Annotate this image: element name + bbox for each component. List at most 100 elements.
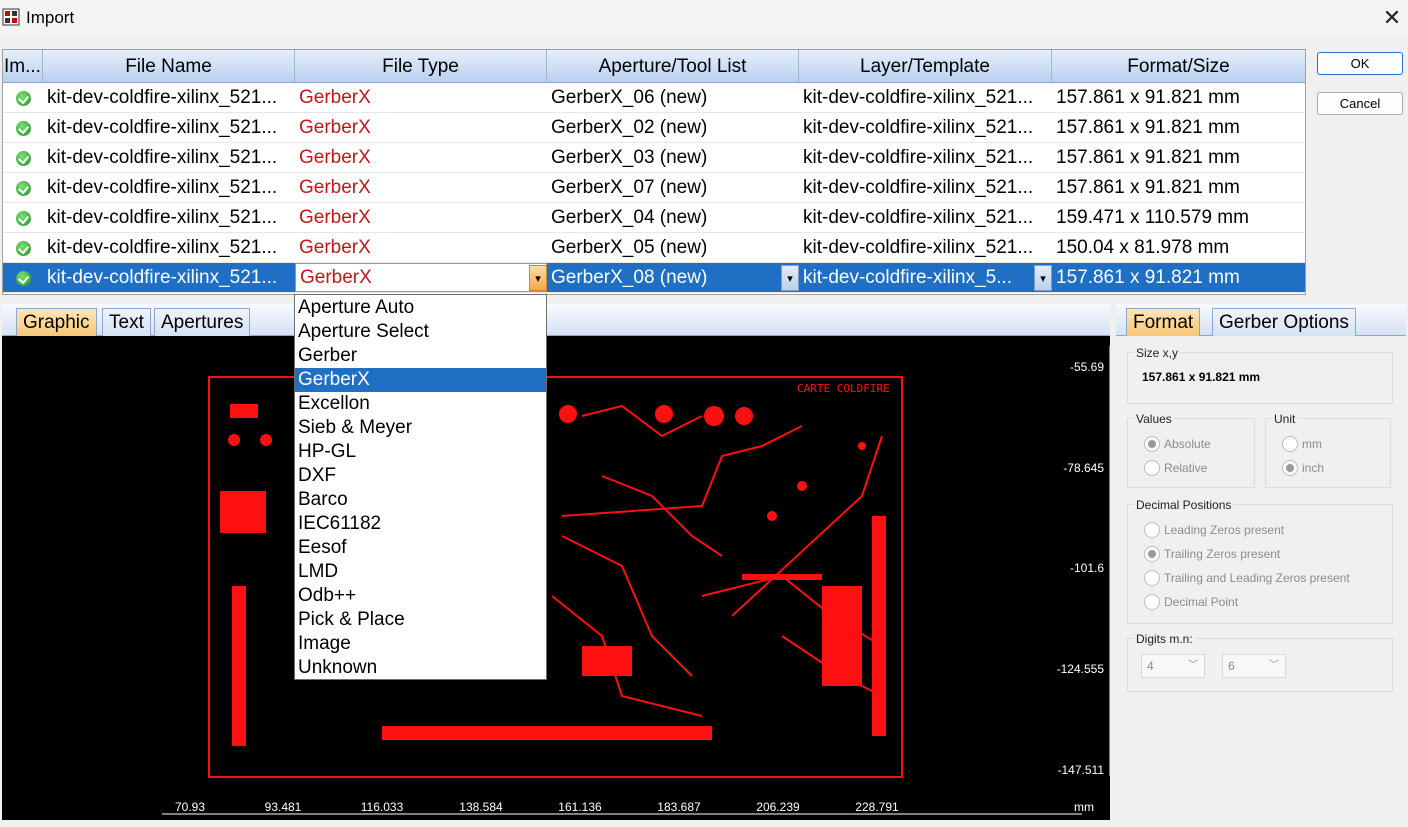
dropdown-option[interactable]: Odb++ — [295, 584, 546, 608]
dropdown-option[interactable]: Sieb & Meyer — [295, 416, 546, 440]
via — [559, 405, 577, 423]
dropdown-option[interactable]: Barco — [295, 488, 546, 512]
layer-cell[interactable]: kit-dev-coldfire-xilinx_521... — [799, 233, 1052, 263]
dropdown-option-selected[interactable]: GerberX — [295, 368, 546, 392]
dropdown-option[interactable]: HP-GL — [295, 440, 546, 464]
table-row[interactable]: kit-dev-coldfire-xilinx_521... GerberX G… — [3, 113, 1305, 143]
connector-pads — [872, 516, 886, 736]
pad — [230, 404, 258, 418]
col-header-layer-template[interactable]: Layer/Template — [799, 50, 1052, 83]
dropdown-option[interactable]: Aperture Select — [295, 320, 546, 344]
layer-cell[interactable]: kit-dev-coldfire-xilinx_521... — [799, 203, 1052, 233]
file-type-dropdown-chevron-icon[interactable]: ▾ — [529, 265, 547, 291]
check-icon[interactable] — [16, 271, 31, 286]
table-row[interactable]: kit-dev-coldfire-xilinx_521... GerberX G… — [3, 83, 1305, 113]
check-icon[interactable] — [16, 211, 31, 226]
size-value: 157.861 x 91.821 mm — [1142, 370, 1261, 384]
aperture-cell[interactable]: GerberX_05 (new) — [547, 233, 799, 263]
radio-decimal-point[interactable]: Decimal Point — [1144, 593, 1238, 611]
via — [797, 481, 807, 491]
layer-cell[interactable]: kit-dev-coldfire-xilinx_521... — [799, 113, 1052, 143]
connector-pads — [232, 586, 246, 746]
radio-absolute[interactable]: Absolute — [1144, 435, 1211, 453]
dropdown-option[interactable]: Pick & Place — [295, 608, 546, 632]
aperture-cell[interactable]: GerberX_03 (new) — [547, 143, 799, 173]
dropdown-option[interactable]: Excellon — [295, 392, 546, 416]
close-icon[interactable]: ✕ — [1380, 4, 1404, 32]
layer-dropdown-chevron-icon[interactable]: ▾ — [1034, 265, 1052, 291]
file-type-cell[interactable]: GerberX — [295, 203, 547, 233]
layer-cell[interactable]: kit-dev-coldfire-xilinx_521... — [799, 143, 1052, 173]
dropdown-option[interactable]: IEC61182 — [295, 512, 546, 536]
x-axis-label: 228.791 — [855, 800, 899, 814]
grid-header: Im... File Name File Type Aperture/Tool … — [3, 50, 1305, 83]
aperture-combo[interactable]: GerberX_08 (new) — [547, 263, 781, 293]
x-axis-label: 70.93 — [174, 800, 206, 814]
col-header-aperture-list[interactable]: Aperture/Tool List — [547, 50, 799, 83]
radio-mm[interactable]: mm — [1282, 435, 1322, 453]
dropdown-option[interactable]: Image — [295, 632, 546, 656]
file-name-cell: kit-dev-coldfire-xilinx_521... — [47, 117, 278, 138]
axis-unit-label: mm — [1074, 800, 1094, 814]
check-icon[interactable] — [16, 151, 31, 166]
cancel-button[interactable]: Cancel — [1317, 92, 1403, 115]
check-icon[interactable] — [16, 91, 31, 106]
check-icon[interactable] — [16, 181, 31, 196]
dropdown-option[interactable]: DXF — [295, 464, 546, 488]
table-row[interactable]: kit-dev-coldfire-xilinx_521... GerberX G… — [3, 143, 1305, 173]
tab-format[interactable]: Format — [1126, 308, 1201, 336]
format-size-cell: 157.861 x 91.821 mm — [1056, 267, 1240, 288]
digits-m-select[interactable]: 4 ﹀ — [1141, 654, 1205, 678]
layer-cell[interactable]: kit-dev-coldfire-xilinx_521... — [799, 83, 1052, 113]
col-header-import[interactable]: Im... — [3, 50, 43, 83]
dropdown-option[interactable]: Gerber — [295, 344, 546, 368]
via — [704, 406, 724, 426]
tab-text[interactable]: Text — [102, 308, 151, 336]
aperture-dropdown-chevron-icon[interactable]: ▾ — [781, 265, 799, 291]
table-row-selected[interactable]: kit-dev-coldfire-xilinx_521... GerberX ▾… — [3, 263, 1305, 293]
dropdown-option[interactable]: LMD — [295, 560, 546, 584]
tab-gerber-options[interactable]: Gerber Options — [1212, 308, 1356, 336]
table-row[interactable]: kit-dev-coldfire-xilinx_521... GerberX G… — [3, 203, 1305, 233]
col-header-file-name[interactable]: File Name — [43, 50, 295, 83]
layer-combo[interactable]: kit-dev-coldfire-xilinx_5... — [799, 263, 1034, 293]
y-axis-label: -101.6 — [1069, 561, 1104, 575]
layer-cell[interactable]: kit-dev-coldfire-xilinx_521... — [799, 173, 1052, 203]
check-icon[interactable] — [16, 241, 31, 256]
file-type-combo[interactable]: GerberX — [295, 263, 547, 292]
file-type-cell[interactable]: GerberX — [295, 83, 547, 113]
file-type-cell[interactable]: GerberX — [295, 113, 547, 143]
dropdown-option[interactable]: Aperture Auto — [295, 296, 546, 320]
radio-leading-zeros[interactable]: Leading Zeros present — [1144, 521, 1284, 539]
aperture-cell[interactable]: GerberX_04 (new) — [547, 203, 799, 233]
y-axis-label: -55.69 — [1069, 360, 1104, 374]
trace — [581, 404, 703, 438]
aperture-cell[interactable]: GerberX_07 (new) — [547, 173, 799, 203]
app-icon — [2, 8, 20, 26]
col-header-format-size[interactable]: Format/Size — [1052, 50, 1305, 83]
aperture-cell[interactable]: GerberX_06 (new) — [547, 83, 799, 113]
digits-n-select[interactable]: 6 ﹀ — [1222, 654, 1286, 678]
aperture-cell[interactable]: GerberX_02 (new) — [547, 113, 799, 143]
tab-graphic[interactable]: Graphic — [16, 308, 97, 336]
table-row[interactable]: kit-dev-coldfire-xilinx_521... GerberX G… — [3, 173, 1305, 203]
radio-trailing-leading-zeros[interactable]: Trailing and Leading Zeros present — [1144, 569, 1350, 587]
dropdown-option[interactable]: Unknown — [295, 656, 546, 680]
radio-relative[interactable]: Relative — [1144, 459, 1207, 477]
pcb-preview[interactable]: CARTE COLDFIRE -55.69 -78.645 -101.6 -12… — [2, 336, 1110, 820]
file-type-cell[interactable]: GerberX — [295, 143, 547, 173]
col-header-file-type[interactable]: File Type — [295, 50, 547, 83]
radio-inch[interactable]: inch — [1282, 459, 1324, 477]
check-icon[interactable] — [16, 121, 31, 136]
tab-apertures[interactable]: Apertures — [154, 308, 251, 336]
radio-trailing-zeros[interactable]: Trailing Zeros present — [1144, 545, 1280, 563]
file-name-cell: kit-dev-coldfire-xilinx_521... — [47, 207, 278, 228]
via — [228, 434, 240, 446]
dropdown-option[interactable]: Eesof — [295, 536, 546, 560]
file-type-cell[interactable]: GerberX — [295, 233, 547, 263]
digits-n-value: 6 — [1228, 659, 1235, 673]
table-row[interactable]: kit-dev-coldfire-xilinx_521... GerberX G… — [3, 233, 1305, 263]
ok-button[interactable]: OK — [1317, 52, 1403, 75]
file-type-cell[interactable]: GerberX — [295, 173, 547, 203]
via — [655, 405, 673, 423]
